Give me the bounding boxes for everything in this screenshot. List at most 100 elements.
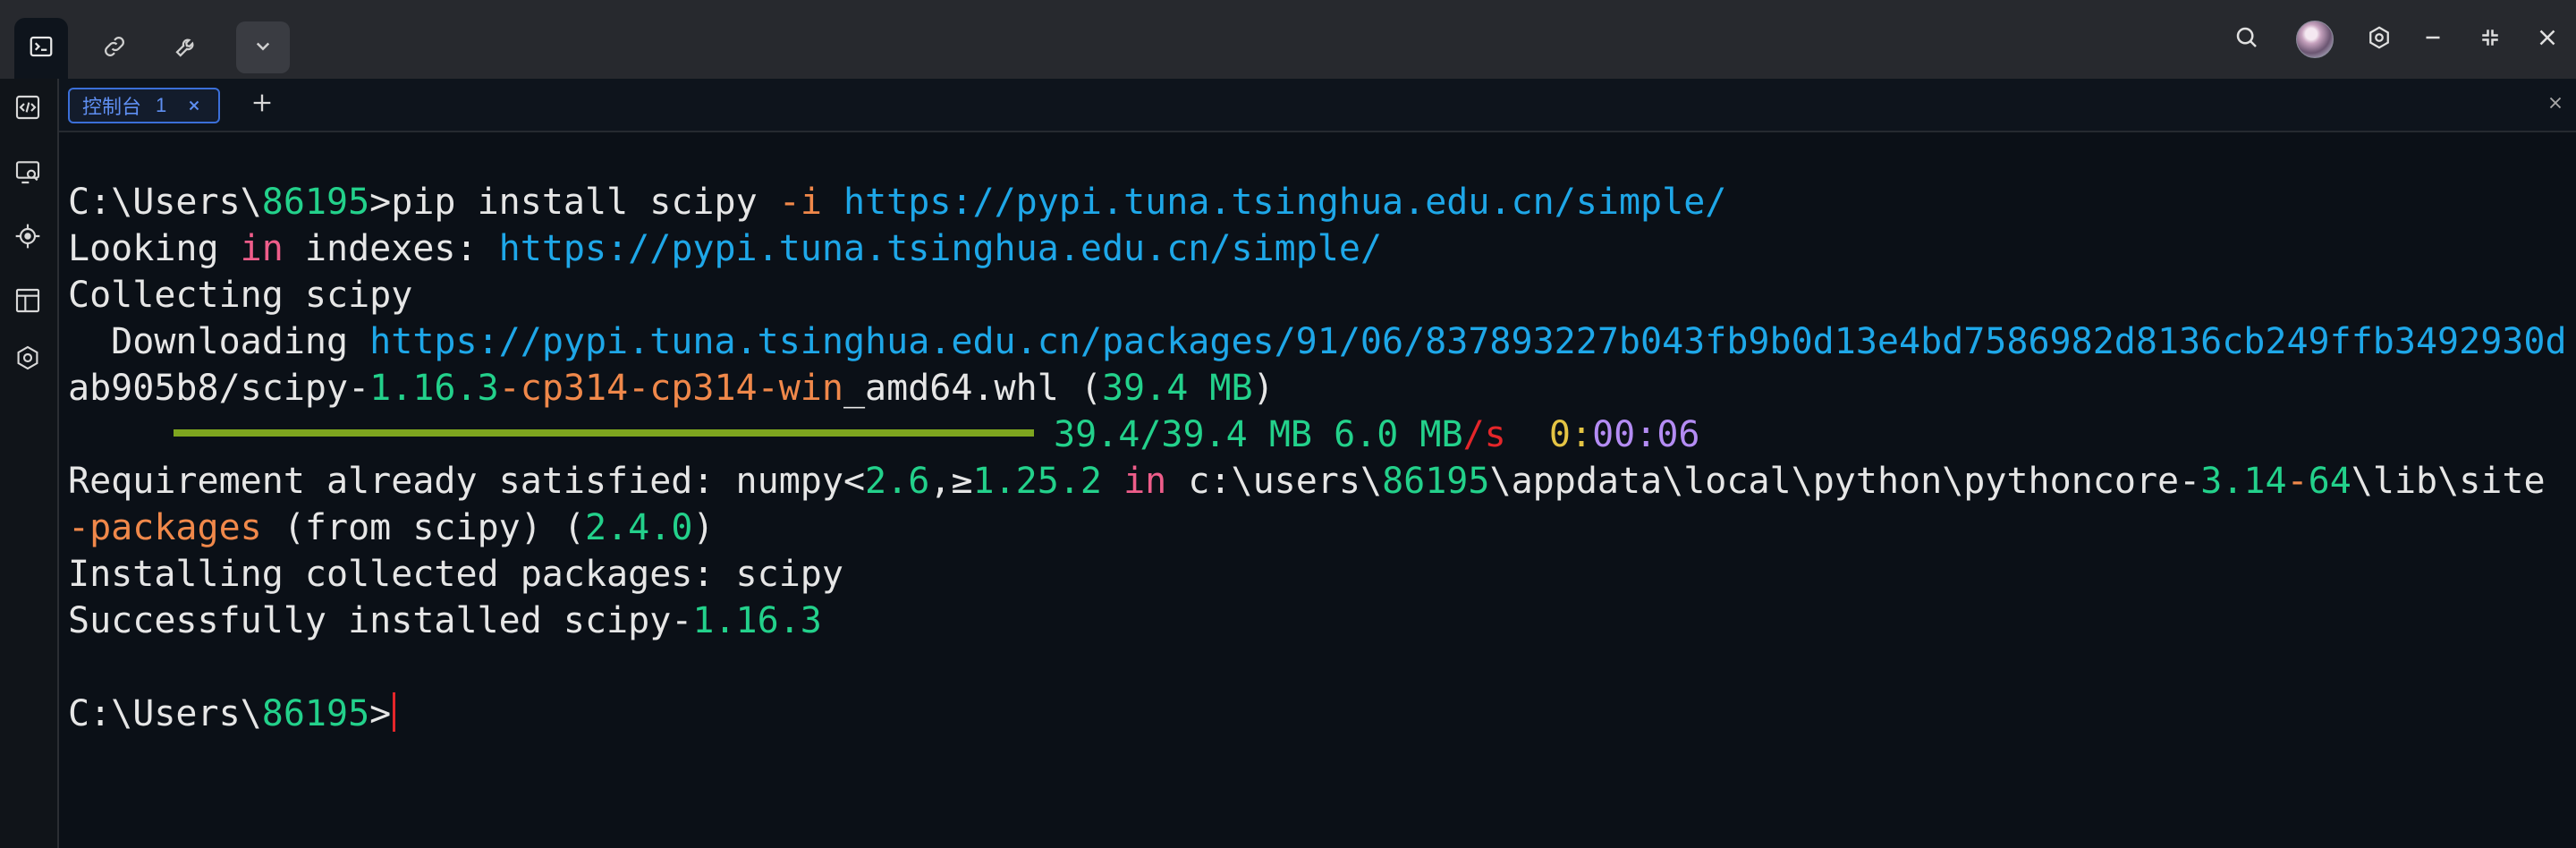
minimize-button[interactable]: [2411, 18, 2454, 61]
terminal-text-segment: https://pypi.tuna.tsinghua.edu.cn/simple…: [843, 182, 1727, 223]
terminal-text-segment: C:\Users\: [68, 693, 262, 734]
wrench-icon: [173, 33, 199, 64]
tools-button[interactable]: [159, 21, 213, 75]
terminal-text-segment: 2.6: [865, 461, 930, 502]
close-panel-button[interactable]: [2544, 93, 2567, 116]
target-icon: [13, 222, 42, 255]
layout-button[interactable]: [12, 286, 44, 318]
close-icon: [2546, 93, 2565, 117]
chevron-down-icon: [250, 32, 276, 64]
terminal-text-segment: 3.14: [2200, 461, 2287, 502]
code-panel-icon: [13, 93, 42, 126]
terminal-text-segment: >pip install scipy: [369, 182, 779, 223]
terminal-line: C:\Users\86195>pip install scipy -i http…: [68, 179, 2572, 225]
terminal-text-segment: _amd64.whl (: [843, 368, 1102, 409]
terminal-line: ab905b8/scipy-1.16.3-cp314-cp314-win_amd…: [68, 365, 2572, 411]
terminal-line: Downloading https://pypi.tuna.tsinghua.e…: [68, 318, 2572, 365]
close-window-button[interactable]: [2526, 18, 2569, 61]
terminal-text-segment: in: [1123, 461, 1167, 502]
terminal-text-segment: https://pypi.tuna.tsinghua.edu.cn/packag…: [369, 321, 2567, 362]
terminal-text-segment: 1.25.2: [972, 461, 1102, 502]
terminal-text-segment: /s: [1462, 414, 1506, 455]
terminal-text-segment: 86195: [1382, 461, 1490, 502]
terminal-line: Collecting scipy: [68, 272, 2572, 318]
search-icon: [2233, 24, 2260, 55]
tab-close-icon[interactable]: [186, 98, 202, 114]
terminal-line: Installing collected packages: scipy: [68, 551, 2572, 598]
link-icon: [101, 33, 128, 64]
terminal-text-segment: 1.16.3: [692, 600, 822, 641]
target-button[interactable]: [12, 222, 44, 254]
title-bar: [0, 0, 2576, 79]
terminal-text-segment: 86195: [261, 182, 370, 223]
terminal-text-segment: ): [692, 507, 715, 548]
terminal-text-segment: Downloading: [68, 321, 370, 362]
terminal-text-segment: -: [2286, 461, 2309, 502]
terminal-line: Looking in indexes: https://pypi.tuna.ts…: [68, 225, 2572, 272]
terminal-text-segment: in: [240, 228, 284, 269]
tab-label: 控制台: [82, 96, 142, 118]
terminal-text-segment: 39.4 MB: [1101, 368, 1253, 409]
terminal-line: -packages (from scipy) (2.4.0): [68, 505, 2572, 551]
terminal-line: Requirement already satisfied: numpy<2.6…: [68, 458, 2572, 505]
hexagon-settings-button[interactable]: [12, 343, 44, 376]
link-button[interactable]: [88, 21, 141, 75]
terminal-text-segment: ab905b8/scipy-: [68, 368, 370, 409]
terminal-text-segment: Looking: [68, 228, 241, 269]
terminal-text-segment: ): [1252, 368, 1275, 409]
terminal-text-segment: \appdata\local\python\pythoncore-: [1489, 461, 2201, 502]
code-panel-button[interactable]: [12, 93, 44, 125]
terminal-text-segment: indexes:: [283, 228, 499, 269]
settings-button[interactable]: [2358, 18, 2401, 61]
search-button[interactable]: [2225, 18, 2268, 61]
terminal-text-segment: -i: [778, 182, 822, 223]
settings-icon: [2366, 24, 2393, 55]
terminal-text-segment: 39.4/39.4 MB 6.0 MB: [1054, 414, 1463, 455]
terminal-tab-button[interactable]: [14, 18, 68, 79]
terminal-text-segment: 2.4.0: [584, 507, 693, 548]
terminal-text-segment: -cp314-cp314-win: [498, 368, 843, 409]
terminal-text-segment: c:\users\: [1166, 461, 1383, 502]
terminal-text-segment: -packages: [68, 507, 262, 548]
console-tab-bar: 控制台 1: [59, 79, 2576, 132]
terminal-text-segment: ,≥: [929, 461, 973, 502]
terminal-output[interactable]: C:\Users\86195>pip install scipy -i http…: [68, 179, 2572, 737]
screen-search-icon: [13, 157, 42, 191]
close-icon: [2534, 24, 2561, 55]
terminal-text-segment: 64: [2308, 461, 2351, 502]
terminal-text-segment: (from scipy) (: [261, 507, 585, 548]
plus-icon: [250, 90, 275, 120]
terminal-text-segment: 00:06: [1592, 414, 1700, 455]
terminal-line: 39.4/39.4 MB 6.0 MB/s 0:00:06: [68, 411, 2572, 458]
terminal-text-segment: 86195: [261, 693, 370, 734]
restore-button[interactable]: [2469, 18, 2512, 61]
more-tabs-dropdown[interactable]: [236, 21, 290, 73]
terminal-line: Successfully installed scipy-1.16.3: [68, 598, 2572, 644]
layout-icon: [13, 286, 42, 319]
screen-search-button[interactable]: [12, 157, 44, 190]
user-avatar-button[interactable]: [2293, 18, 2336, 61]
download-progress-bar: [174, 429, 1034, 437]
tab-console-1[interactable]: 控制台 1: [68, 88, 220, 123]
terminal-icon: [28, 33, 55, 64]
terminal-text-segment: Installing collected packages: scipy: [68, 554, 843, 595]
terminal-text-segment: C:\Users\: [68, 182, 262, 223]
terminal-text-segment: Successfully installed scipy-: [68, 600, 693, 641]
terminal-text-segment: \lib\site: [2351, 461, 2546, 502]
hexagon-settings-icon: [13, 343, 42, 377]
restore-icon: [2477, 24, 2504, 55]
terminal-text-segment: 0: [1548, 414, 1571, 455]
add-tab-button[interactable]: [249, 91, 275, 118]
terminal-text-segment: :: [1571, 414, 1593, 455]
terminal-text-segment: Collecting scipy: [68, 275, 413, 316]
terminal-text-segment: https://pypi.tuna.tsinghua.edu.cn/simple…: [498, 228, 1383, 269]
left-sidebar: [0, 79, 59, 848]
tab-number: 1: [156, 94, 167, 116]
terminal-text-segment: 1.16.3: [369, 368, 499, 409]
terminal-text-segment: Requirement already satisfied: numpy<: [68, 461, 866, 502]
terminal-text-segment: >: [369, 693, 392, 734]
